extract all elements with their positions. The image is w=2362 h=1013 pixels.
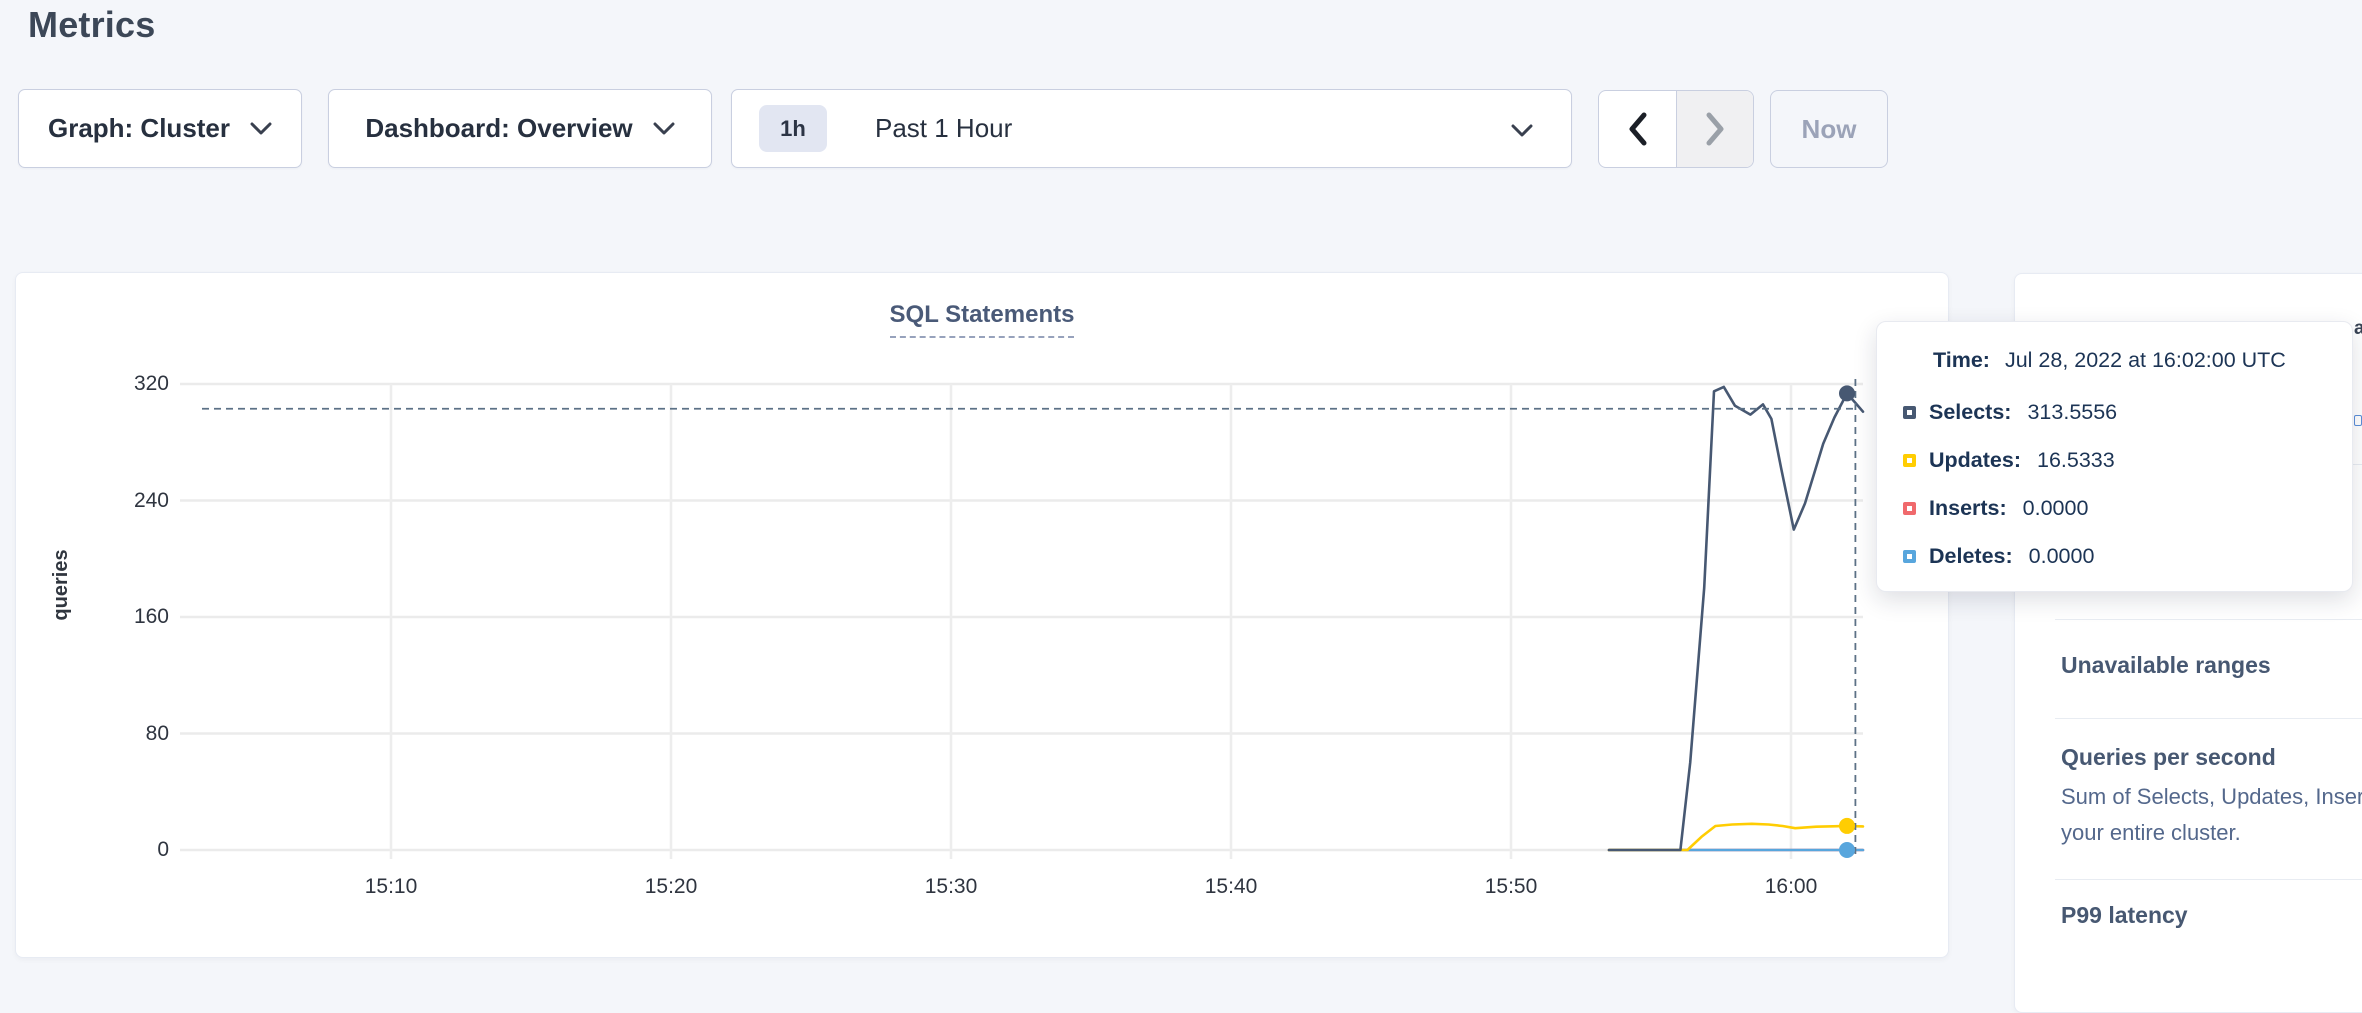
next-interval-button[interactable] [1676,91,1753,167]
sidebar-item-title: P99 latency [2061,902,2188,929]
tooltip-series-row: Inserts: 0.0000 [1903,496,2088,521]
series-swatch-icon [1903,406,1916,419]
hover-dot-updates [1839,818,1855,834]
tooltip-series-value: 0.0000 [2023,496,2089,521]
series-swatch-icon [1903,502,1916,515]
now-button-label: Now [1802,114,1857,145]
graph-dropdown[interactable]: Graph: Cluster [18,89,302,168]
series-line-updates [1609,824,1863,850]
series-swatch-icon [1903,454,1916,467]
chart-hover-tooltip: Time: Jul 28, 2022 at 16:02:00 UTC Selec… [1876,321,2353,592]
chevron-left-icon [1627,112,1649,146]
chevron-down-icon [1511,124,1533,137]
sidebar-divider [2055,879,2362,880]
sidebar-item-description: your entire cluster. [2061,820,2241,846]
tooltip-series-label: Deletes: [1929,544,2013,569]
tooltip-series-row: Deletes: 0.0000 [1903,544,2094,569]
tooltip-series-label: Updates: [1929,448,2021,473]
chevron-right-icon [1704,112,1726,146]
hover-dot-selects [1839,385,1855,401]
tooltip-series-label: Selects: [1929,400,2011,425]
chevron-down-icon [250,122,272,135]
time-step-buttons [1598,90,1754,168]
dashboard-dropdown[interactable]: Dashboard: Overview [328,89,712,168]
hover-dot-deletes [1839,842,1855,858]
series-swatch-icon [1903,550,1916,563]
tooltip-series-row: Selects: 313.5556 [1903,400,2117,425]
chevron-down-icon [653,122,675,135]
sidebar-divider [2055,718,2362,719]
tooltip-time-value: Jul 28, 2022 at 16:02:00 UTC [2005,348,2286,373]
tooltip-series-value: 313.5556 [2027,400,2117,425]
time-range-label: Past 1 Hour [875,113,1012,144]
tooltip-series-label: Inserts: [1929,496,2007,521]
dashboard-dropdown-label: Dashboard: Overview [365,113,632,144]
tooltip-time-label: Time: [1933,348,1990,373]
tooltip-series-row: Updates: 16.5333 [1903,448,2115,473]
sidebar-divider [2055,619,2362,620]
now-button[interactable]: Now [1770,90,1888,168]
tooltip-time-row: Time: Jul 28, 2022 at 16:02:00 UTC [1933,348,2286,373]
time-range-badge: 1h [759,105,827,152]
tooltip-series-value: 16.5333 [2037,448,2115,473]
previous-interval-button[interactable] [1599,91,1676,167]
sql-statements-chart-card: SQL Statements queries 080160240320 15:1… [15,272,1949,958]
line-chart-plot[interactable] [16,273,1950,959]
sidebar-item-description: Sum of Selects, Updates, Inser [2061,784,2362,810]
sidebar-clipped-link [2354,415,2362,426]
sidebar-item-title: Queries per second [2061,744,2276,771]
graph-dropdown-label: Graph: Cluster [48,113,230,144]
sidebar-item-title: Unavailable ranges [2061,652,2271,679]
time-range-dropdown[interactable]: 1h Past 1 Hour [731,89,1572,168]
series-line-selects [1609,387,1863,850]
sidebar-clipped-text: a [2354,318,2362,340]
page-title: Metrics [28,4,155,46]
tooltip-series-value: 0.0000 [2029,544,2095,569]
